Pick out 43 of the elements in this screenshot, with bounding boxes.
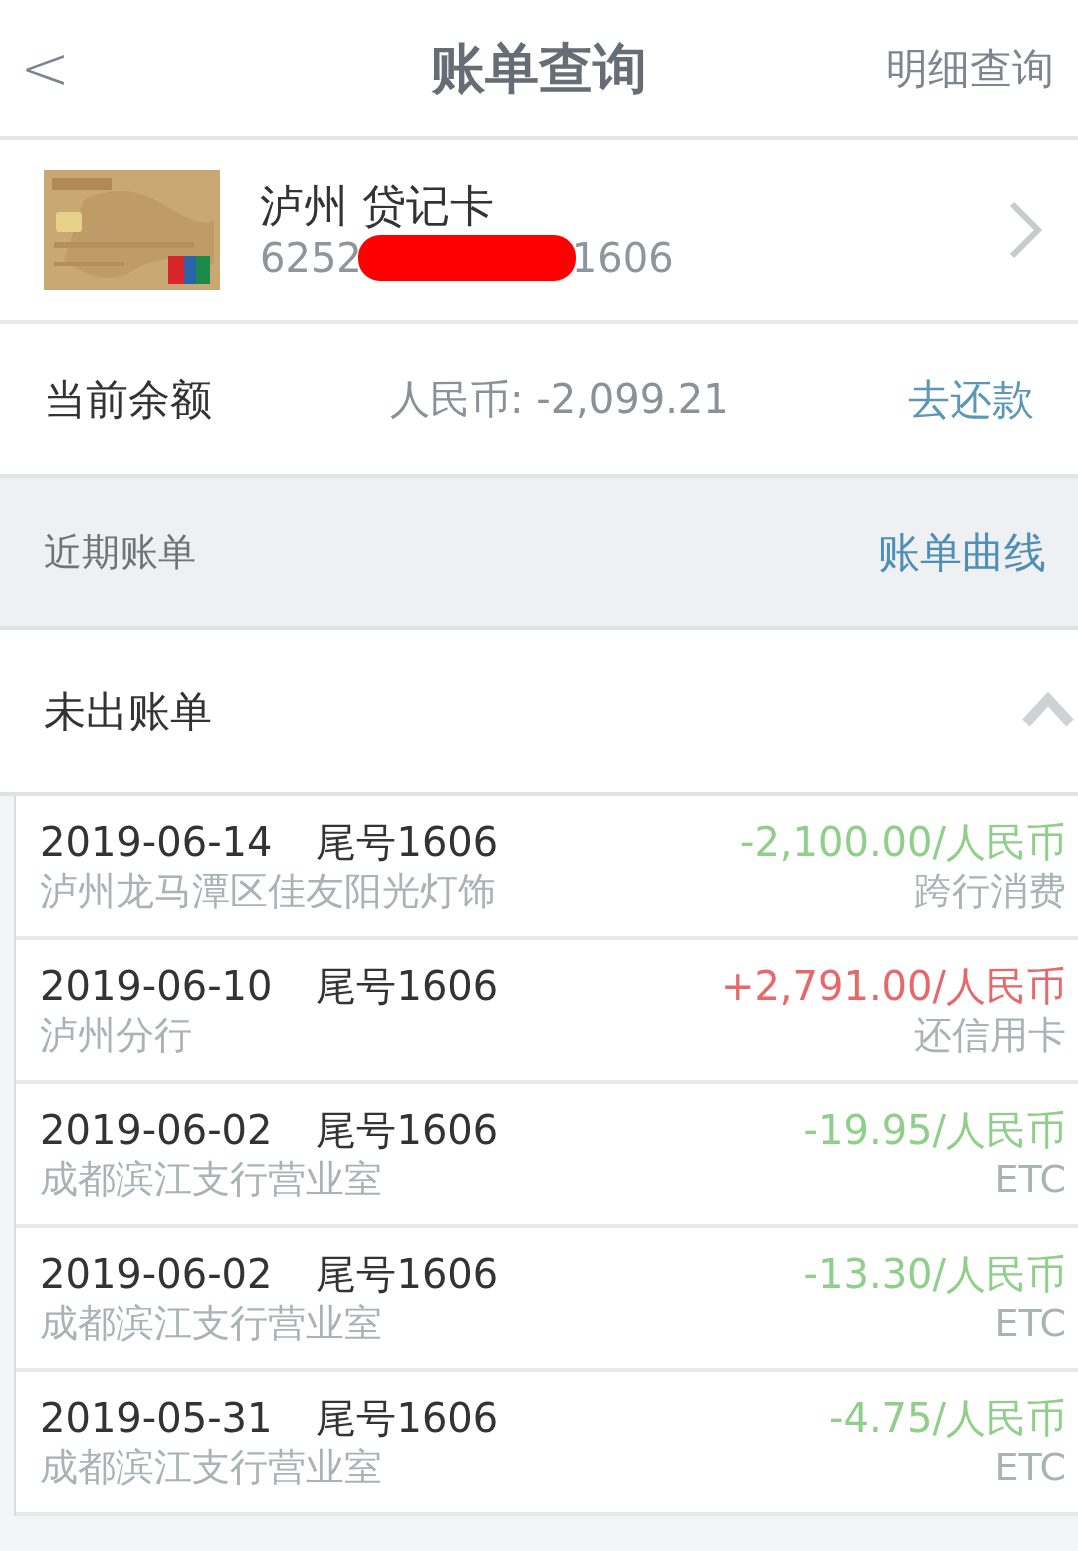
transaction-date: 2019-06-10 [40,962,273,1011]
card-tail: 尾号1606 [316,818,499,867]
transaction-amount: -13.30/人民币 [803,1250,1066,1299]
transaction-date: 2019-06-02 [40,1106,273,1155]
card-name: 泸州 贷记卡 [260,178,495,233]
detail-query-link[interactable]: 明细查询 [886,36,1058,100]
transaction-row[interactable]: 2019-06-14 尾号1606 泸州龙马潭区佳友阳光灯饰 -2,100.00/人民币 跨行消费 [16,796,1078,940]
card-row[interactable]: 泸州 贷记卡 6252 1606 [0,140,1078,324]
merchant-name: 泸州分行 [40,1012,193,1059]
page-title: 账单查询 [431,35,647,102]
merchant-name: 成都滨江支行营业室 [40,1300,383,1347]
transaction-type: ETC [994,1444,1066,1491]
transaction-type: ETC [994,1156,1066,1203]
transaction-row[interactable]: 2019-06-02 尾号1606 成都滨江支行营业室 -19.95/人民币 ETC [16,1084,1078,1228]
transaction-type: ETC [994,1300,1066,1347]
transaction-date: 2019-06-14 [40,818,273,867]
transaction-row[interactable]: 2019-06-10 尾号1606 泸州分行 +2,791.00/人民币 还信用卡 [16,940,1078,1084]
transaction-type: 跨行消费 [914,868,1066,915]
balance-amount: 人民币: -2,099.21 [390,375,729,424]
transaction-row[interactable]: 2019-06-02 尾号1606 成都滨江支行营业室 -13.30/人民币 ETC [16,1228,1078,1372]
transaction-amount: -4.75/人民币 [829,1394,1066,1443]
card-tail: 尾号1606 [316,962,499,1011]
transaction-amount: +2,791.00/人民币 [720,962,1066,1011]
card-number: 1606 [571,233,674,283]
merchant-name: 成都滨江支行营业室 [40,1444,383,1491]
transaction-date: 2019-05-31 [40,1394,273,1443]
card-number: 6252 [260,233,362,283]
chevron-right-icon [1008,200,1042,260]
card-tail: 尾号1606 [316,1394,499,1443]
card-tail: 尾号1606 [316,1250,499,1299]
unbilled-title: 未出账单 [44,685,212,738]
card-tail: 尾号1606 [316,1106,499,1155]
transaction-amount: -2,100.00/人民币 [739,818,1066,867]
back-button[interactable]: < [20,38,71,98]
transaction-type: 还信用卡 [914,1012,1066,1059]
balance-label: 当前余额 [44,373,213,426]
merchant-name: 泸州龙马潭区佳友阳光灯饰 [40,868,497,915]
unbilled-header[interactable]: 未出账单 [0,630,1078,796]
transaction-row[interactable]: 2019-05-31 尾号1606 成都滨江支行营业室 -4.75/人民币 ETC [16,1372,1078,1516]
transaction-date: 2019-06-02 [40,1250,273,1299]
merchant-name: 成都滨江支行营业室 [40,1156,383,1203]
transaction-amount: -19.95/人民币 [803,1106,1066,1155]
section-title: 近期账单 [44,528,196,576]
